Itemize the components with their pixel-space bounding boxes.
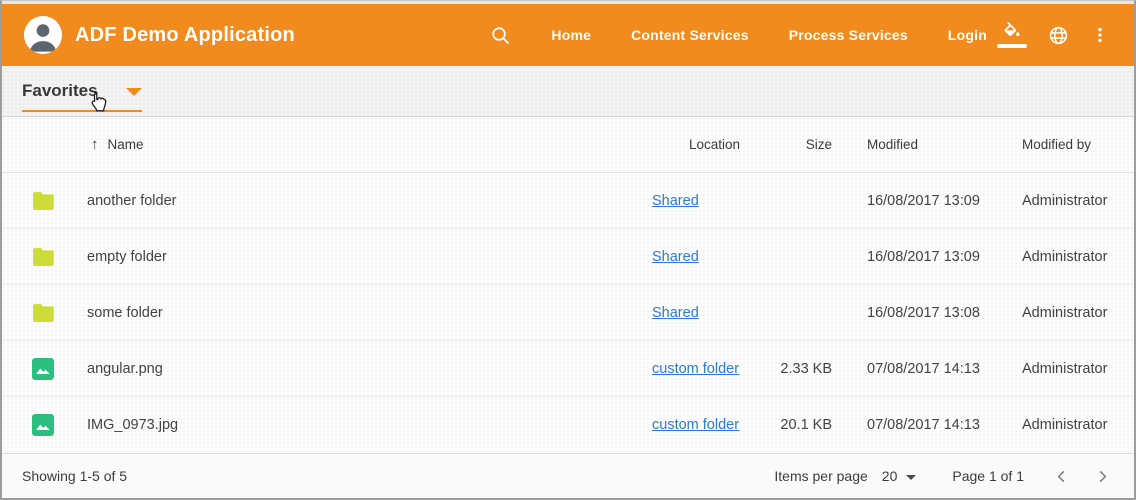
showing-range-label: Showing 1-5 of 5 bbox=[22, 468, 127, 484]
table-row[interactable]: some folder Shared 16/08/2017 13:08 Admi… bbox=[2, 285, 1134, 341]
header-actions bbox=[997, 22, 1110, 48]
favorites-active-underline bbox=[22, 110, 142, 112]
pager-controls: Items per page 20 Page 1 of 1 bbox=[774, 468, 1110, 484]
folder-icon bbox=[32, 247, 87, 266]
file-location-link[interactable]: Shared bbox=[652, 193, 699, 209]
column-header-name-label: Name bbox=[108, 137, 144, 152]
previous-page-button[interactable] bbox=[1054, 469, 1069, 484]
header-nav: Home Content Services Process Services L… bbox=[490, 25, 987, 46]
column-header-modified[interactable]: Modified bbox=[832, 137, 1022, 152]
file-size: 20.1 KB bbox=[777, 417, 832, 433]
more-vertical-icon[interactable] bbox=[1090, 25, 1110, 45]
file-modified-date: 16/08/2017 13:08 bbox=[832, 305, 1022, 321]
table-row[interactable]: IMG_0973.jpg custom folder 20.1 KB 07/08… bbox=[2, 397, 1134, 453]
table-body: another folder Shared 16/08/2017 13:09 A… bbox=[2, 173, 1134, 453]
nav-item-process-services[interactable]: Process Services bbox=[789, 27, 908, 43]
nav-item-login[interactable]: Login bbox=[948, 27, 987, 43]
table-header-row: ↑ Name Location Size Modified Modified b… bbox=[2, 117, 1134, 173]
chevron-down-icon bbox=[126, 88, 142, 96]
chevron-down-icon bbox=[906, 475, 916, 480]
app-header: ADF Demo Application Home Content Servic… bbox=[2, 4, 1134, 66]
items-per-page-value: 20 bbox=[882, 468, 898, 484]
file-modified-by: Administrator bbox=[1022, 193, 1114, 209]
page-status-label: Page 1 of 1 bbox=[952, 468, 1024, 484]
language-globe-icon[interactable] bbox=[1048, 25, 1069, 46]
table-row[interactable]: another folder Shared 16/08/2017 13:09 A… bbox=[2, 173, 1134, 229]
color-fill-icon[interactable] bbox=[997, 22, 1027, 48]
file-location-link[interactable]: Shared bbox=[652, 305, 699, 321]
search-icon[interactable] bbox=[490, 25, 511, 46]
documents-table: ↑ Name Location Size Modified Modified b… bbox=[2, 117, 1134, 453]
color-fill-underline bbox=[997, 44, 1027, 48]
folder-icon bbox=[32, 303, 87, 322]
file-modified-date: 16/08/2017 13:09 bbox=[832, 193, 1022, 209]
file-modified-date: 07/08/2017 14:13 bbox=[832, 361, 1022, 377]
file-location-link[interactable]: Shared bbox=[652, 249, 699, 265]
table-row[interactable]: empty folder Shared 16/08/2017 13:09 Adm… bbox=[2, 229, 1134, 285]
file-modified-date: 07/08/2017 14:13 bbox=[832, 417, 1022, 433]
folder-icon bbox=[32, 191, 87, 210]
next-page-button[interactable] bbox=[1095, 469, 1110, 484]
column-header-name[interactable]: ↑ Name bbox=[87, 136, 652, 153]
file-modified-by: Administrator bbox=[1022, 361, 1114, 377]
items-per-page-select[interactable]: 20 bbox=[882, 468, 917, 484]
file-name[interactable]: some folder bbox=[87, 305, 652, 321]
table-row[interactable]: angular.png custom folder 2.33 KB 07/08/… bbox=[2, 341, 1134, 397]
image-icon bbox=[32, 414, 87, 436]
items-per-page-label: Items per page bbox=[774, 468, 867, 484]
view-toolbar: Favorites bbox=[2, 66, 1134, 117]
file-name[interactable]: another folder bbox=[87, 193, 652, 209]
column-header-size[interactable]: Size bbox=[777, 137, 832, 152]
file-name[interactable]: IMG_0973.jpg bbox=[87, 417, 652, 433]
file-modified-date: 16/08/2017 13:09 bbox=[832, 249, 1022, 265]
nav-item-content-services[interactable]: Content Services bbox=[631, 27, 749, 43]
favorites-dropdown[interactable]: Favorites bbox=[22, 66, 142, 116]
file-name[interactable]: angular.png bbox=[87, 361, 652, 377]
image-icon bbox=[32, 358, 87, 380]
app-title: ADF Demo Application bbox=[75, 24, 295, 47]
file-modified-by: Administrator bbox=[1022, 249, 1114, 265]
file-name[interactable]: empty folder bbox=[87, 249, 652, 265]
file-location-link[interactable]: custom folder bbox=[652, 361, 739, 377]
column-header-modified-by[interactable]: Modified by bbox=[1022, 137, 1114, 152]
mouse-cursor-hand-icon bbox=[86, 89, 111, 119]
sort-ascending-icon: ↑ bbox=[91, 136, 99, 153]
app-window: ADF Demo Application Home Content Servic… bbox=[0, 0, 1136, 500]
column-header-location[interactable]: Location bbox=[652, 137, 777, 152]
file-location-link[interactable]: custom folder bbox=[652, 417, 739, 433]
file-modified-by: Administrator bbox=[1022, 417, 1114, 433]
user-avatar-icon[interactable] bbox=[24, 16, 62, 54]
file-size: 2.33 KB bbox=[777, 361, 832, 377]
file-modified-by: Administrator bbox=[1022, 305, 1114, 321]
pagination-footer: Showing 1-5 of 5 Items per page 20 Page … bbox=[2, 453, 1134, 498]
nav-item-home[interactable]: Home bbox=[551, 27, 591, 43]
